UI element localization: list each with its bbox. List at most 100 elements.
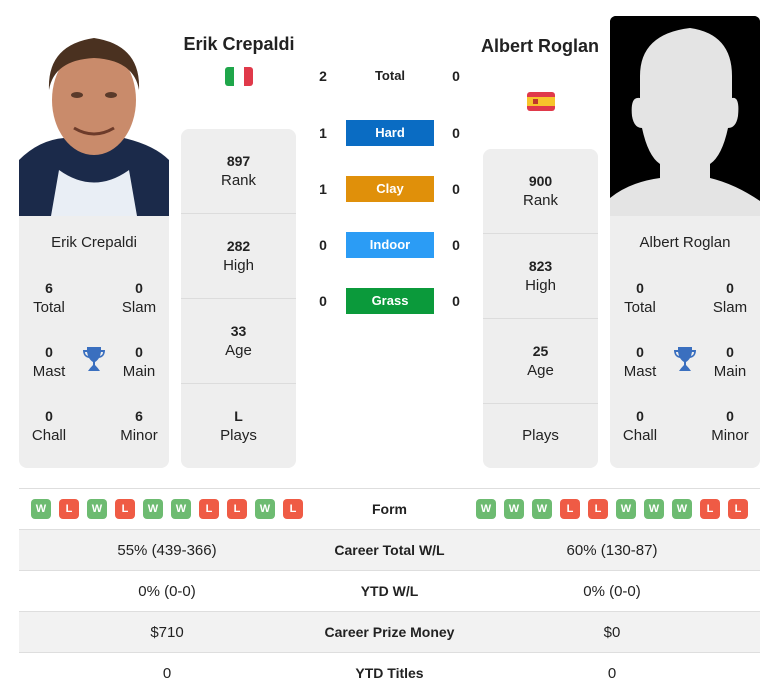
player1-age: 33 Age: [181, 299, 296, 384]
player1-form-badge-loss[interactable]: L: [115, 499, 135, 519]
h2h-clay-row: 1 Clay 0: [310, 176, 470, 202]
table-row: 0% (0-0) YTD W/L 0% (0-0): [19, 570, 760, 611]
player1-form-badge-win[interactable]: W: [171, 499, 191, 519]
titles-total-label: Total: [33, 299, 65, 316]
player2-plays: Plays: [483, 404, 598, 468]
table-row: 0 YTD Titles 0: [19, 652, 760, 693]
player2-form-badge-win[interactable]: W: [672, 499, 692, 519]
high-value: 282: [226, 238, 251, 254]
player1-titles-chall: 0 Chall: [19, 406, 79, 446]
player1-name-link[interactable]: Erik Crepaldi: [170, 34, 308, 55]
player1-form-badge-win[interactable]: W: [87, 499, 107, 519]
titles-main-label: Main: [122, 363, 156, 380]
plays-value: L: [234, 408, 243, 424]
player1-form-badge-loss[interactable]: L: [199, 499, 219, 519]
player2-form-badge-win[interactable]: W: [616, 499, 636, 519]
player1-titles-slam: 0 Slam: [109, 278, 169, 318]
player1-form-badge-win[interactable]: W: [31, 499, 51, 519]
player2-form-badge-win[interactable]: W: [532, 499, 552, 519]
h2h-grass-p1: 0: [319, 293, 327, 309]
player1-ytd-titles: 0: [162, 664, 172, 682]
player2-rank: 900 Rank: [483, 149, 598, 234]
player1-card-name: Erik Crepaldi: [51, 234, 137, 251]
form-label: Form: [372, 501, 407, 517]
player2-form-badge-win[interactable]: W: [504, 499, 524, 519]
player2-titles-chall: 0 Chall: [610, 406, 670, 446]
trophy-icon: [673, 346, 697, 372]
player2-form-badge-loss[interactable]: L: [560, 499, 580, 519]
player1-career-wl: 55% (439-366): [117, 541, 217, 559]
h2h-indoor-row: 0 Indoor 0: [310, 232, 470, 258]
surface-grass-badge[interactable]: Grass: [346, 288, 434, 314]
player2-ytd-titles: 0: [607, 664, 617, 682]
player1-titles-mast: 0 Mast: [19, 342, 79, 382]
player1-plays: L Plays: [181, 384, 296, 468]
h2h-total-row: 2 Total 0: [310, 63, 470, 89]
rank-value: 897: [226, 153, 251, 169]
player2-form-badge-loss[interactable]: L: [588, 499, 608, 519]
table-row: $710 Career Prize Money $0: [19, 611, 760, 652]
form-row: WLWLWWLLWL Form WWWLLWWWLL: [19, 488, 760, 529]
player2-titles-total: 0 Total: [610, 278, 670, 318]
ytd-titles-label: YTD Titles: [355, 665, 424, 681]
italy-flag-icon: [225, 67, 253, 86]
player1-form-badge-win[interactable]: W: [255, 499, 275, 519]
titles-main-value: 0: [726, 344, 734, 360]
player2-card-name: Albert Roglan: [639, 234, 731, 251]
high-value: 823: [528, 258, 553, 274]
h2h-grass-row: 0 Grass 0: [310, 288, 470, 314]
titles-total-value: 0: [636, 280, 644, 296]
h2h-total-p2: 0: [452, 68, 460, 84]
player2-age: 25 Age: [483, 319, 598, 404]
player2-titles-minor: 0 Minor: [700, 406, 760, 446]
surface-indoor-badge[interactable]: Indoor: [346, 232, 434, 258]
h2h-clay-p2: 0: [452, 181, 460, 197]
rank-label: Rank: [522, 192, 559, 209]
titles-slam-value: 0: [726, 280, 734, 296]
titles-minor-label: Minor: [120, 427, 158, 444]
titles-mast-value: 0: [45, 344, 53, 360]
player1-form-badge-loss[interactable]: L: [59, 499, 79, 519]
titles-minor-value: 0: [726, 408, 734, 424]
h2h-total-label: Total: [374, 68, 406, 83]
comparison-table: WLWLWWLLWL Form WWWLLWWWLL 55% (439-366)…: [19, 488, 760, 693]
player2-form-badge-loss[interactable]: L: [728, 499, 748, 519]
player2-form: WWWLLWWWLL: [464, 499, 760, 519]
h2h-indoor-p1: 0: [319, 237, 327, 253]
surface-hard-badge[interactable]: Hard: [346, 120, 434, 146]
player1-form-badge-loss[interactable]: L: [283, 499, 303, 519]
age-value: 25: [532, 343, 549, 359]
player1-titles-minor: 6 Minor: [109, 406, 169, 446]
surface-clay-badge[interactable]: Clay: [346, 176, 434, 202]
player2-titles-mast: 0 Mast: [610, 342, 670, 382]
player1-form-badge-win[interactable]: W: [143, 499, 163, 519]
h2h-indoor-p2: 0: [452, 237, 460, 253]
player1-titles-card: Erik Crepaldi 6 Total 0 Slam 0 Mast 0 Ma…: [19, 216, 169, 468]
player1-form-badge-loss[interactable]: L: [227, 499, 247, 519]
player2-titles-main: 0 Main: [700, 342, 760, 382]
player2-form-badge-loss[interactable]: L: [700, 499, 720, 519]
age-label: Age: [527, 362, 554, 379]
player2-name-link[interactable]: Albert Roglan: [480, 34, 600, 59]
player2-form-badge-win[interactable]: W: [644, 499, 664, 519]
prize-money-label: Career Prize Money: [324, 624, 455, 640]
player1-ytd-wl: 0% (0-0): [138, 582, 196, 600]
player1-form: WLWLWWLLWL: [19, 499, 315, 519]
player2-form-badge-win[interactable]: W: [476, 499, 496, 519]
age-label: Age: [225, 342, 252, 359]
player1-high: 282 High: [181, 214, 296, 299]
h2h-total-p1: 2: [319, 68, 327, 84]
titles-total-label: Total: [624, 299, 656, 316]
player2-prize-money: $0: [603, 623, 621, 641]
player2-career-wl: 60% (130-87): [566, 541, 658, 559]
titles-chall-value: 0: [45, 408, 53, 424]
spain-flag-icon: [527, 92, 555, 111]
player1-titles-total: 6 Total: [19, 278, 79, 318]
career-wl-label: Career Total W/L: [334, 542, 445, 558]
high-label: High: [525, 277, 556, 294]
player1-prize-money: $710: [150, 623, 184, 641]
player2-titles-card: Albert Roglan 0 Total 0 Slam 0 Mast 0 Ma…: [610, 216, 760, 468]
h2h-grass-p2: 0: [452, 293, 460, 309]
player1-titles-main: 0 Main: [109, 342, 169, 382]
titles-slam-value: 0: [135, 280, 143, 296]
